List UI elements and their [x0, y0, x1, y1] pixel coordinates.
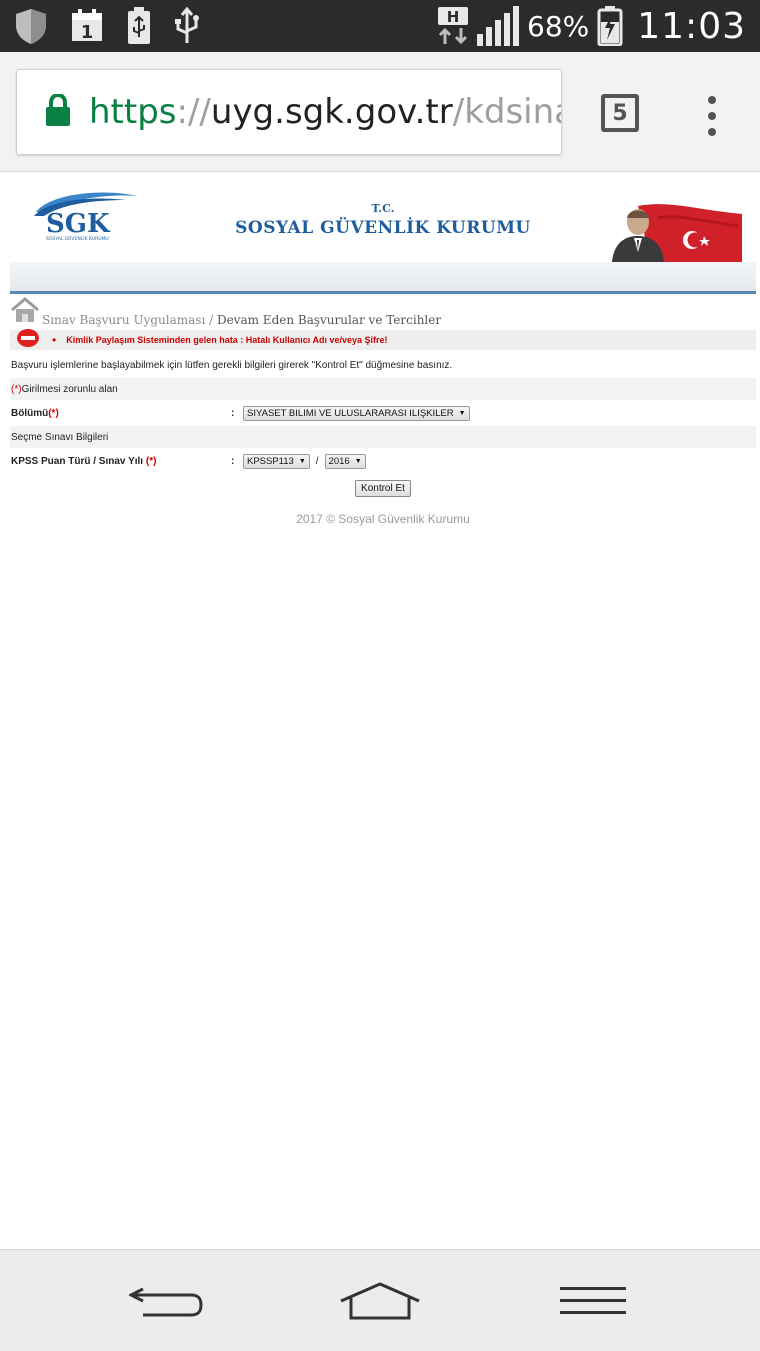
battery-usb-icon: [126, 7, 152, 45]
status-bar: 1 H 68% 11:03: [0, 0, 760, 52]
chevron-down-icon: ▼: [458, 409, 466, 417]
intro-text: Başvuru işlemlerine başlayabilmek için l…: [11, 359, 453, 371]
error-bullet: •: [52, 333, 57, 347]
nav-menubar: [10, 262, 756, 294]
kontrol-et-button[interactable]: Kontrol Et: [355, 480, 411, 497]
breadcrumb-current: Devam Eden Başvurular ve Tercihler: [216, 313, 442, 327]
required-marker: (*): [11, 383, 22, 395]
calendar-icon: 1: [70, 9, 104, 43]
breadcrumb: Sınav Başvuru Uygulaması / Devam Eden Ba…: [10, 297, 441, 328]
breadcrumb-app[interactable]: Sınav Başvuru Uygulaması: [42, 313, 205, 327]
svg-text:1: 1: [81, 22, 94, 43]
signal-icon: [477, 6, 520, 46]
department-label: Bölümü(*): [11, 407, 59, 419]
kpss-colon: :: [231, 455, 235, 467]
shield-icon: [14, 7, 48, 45]
battery-icon: [597, 6, 623, 46]
url-separator: ://: [176, 92, 211, 132]
system-nav-bar: [0, 1249, 760, 1351]
browser-toolbar: https://uyg.sgk.gov.tr/kdsinav 5: [0, 52, 760, 172]
battery-percent: 68%: [527, 9, 590, 43]
chevron-down-icon: ▼: [298, 457, 306, 465]
exam-year-select[interactable]: 2016 ▼: [324, 453, 366, 469]
home-nav-icon[interactable]: [335, 1278, 425, 1324]
site-header: SGK SOSYAL GÜVENLİK KURUMU T.C. SOSYAL G…: [0, 172, 760, 262]
browser-menu-icon[interactable]: [700, 96, 724, 136]
network-data-icon: H: [437, 6, 469, 46]
required-note: Girilmesi zorunlu alan: [21, 383, 118, 395]
url-host: uyg.sgk.gov.tr: [210, 92, 453, 132]
breadcrumb-separator: /: [205, 313, 217, 327]
page-content: SGK SOSYAL GÜVENLİK KURUMU T.C. SOSYAL G…: [0, 172, 760, 526]
department-row: Bölümü(*) : SIYASET BILIMI VE ULUSLARARA…: [10, 402, 756, 424]
kpss-slash: /: [315, 455, 319, 467]
lock-icon: [45, 92, 71, 131]
department-select[interactable]: SIYASET BILIMI VE ULUSLARARASI ILIŞKILER…: [243, 405, 470, 421]
error-stop-icon: [16, 328, 40, 352]
breadcrumb-text: Sınav Başvuru Uygulaması / Devam Eden Ba…: [42, 313, 441, 328]
kpss-label: KPSS Puan Türü / Sınav Yılı (*): [11, 455, 157, 467]
kpss-row: KPSS Puan Türü / Sınav Yılı (*) : KPSSP1…: [10, 450, 756, 472]
section-title: Seçme Sınavı Bilgileri: [11, 431, 109, 443]
submit-wrap: Kontrol Et: [0, 478, 760, 497]
tab-switcher-button[interactable]: 5: [601, 94, 639, 132]
error-text: Kimlik Paylaşım Sisteminden gelen hata :…: [66, 335, 388, 345]
section-title-row: Seçme Sınavı Bilgileri: [10, 426, 756, 448]
usb-icon: [174, 7, 200, 45]
url-bar[interactable]: https://uyg.sgk.gov.tr/kdsinav: [16, 69, 562, 155]
network-type: H: [447, 8, 460, 26]
department-colon: :: [231, 407, 235, 419]
kpss-type-value: KPSSP113: [247, 455, 294, 467]
exam-year-value: 2016: [328, 455, 350, 467]
url-path: /kdsinav: [452, 92, 561, 132]
clock: 11:03: [637, 5, 746, 47]
url-text: https://uyg.sgk.gov.tr/kdsinav: [89, 92, 561, 132]
intro-row: Başvuru işlemlerine başlayabilmek için l…: [10, 354, 756, 376]
home-icon[interactable]: [10, 297, 40, 328]
url-scheme: https: [89, 92, 177, 132]
department-value: SIYASET BILIMI VE ULUSLARARASI ILIŞKILER: [247, 407, 454, 419]
flag-portrait-image: [608, 200, 742, 267]
error-message-bar: • Kimlik Paylaşım Sisteminden gelen hata…: [10, 328, 756, 352]
footer-text: 2017 © Sosyal Güvenlik Kurumu: [296, 512, 470, 526]
menu-lines-icon[interactable]: [548, 1278, 638, 1324]
required-note-row: (*) Girilmesi zorunlu alan: [10, 378, 756, 400]
chevron-down-icon: ▼: [354, 457, 362, 465]
back-icon[interactable]: [122, 1278, 212, 1324]
tab-count: 5: [612, 100, 628, 126]
kpss-type-select[interactable]: KPSSP113 ▼: [243, 453, 310, 469]
